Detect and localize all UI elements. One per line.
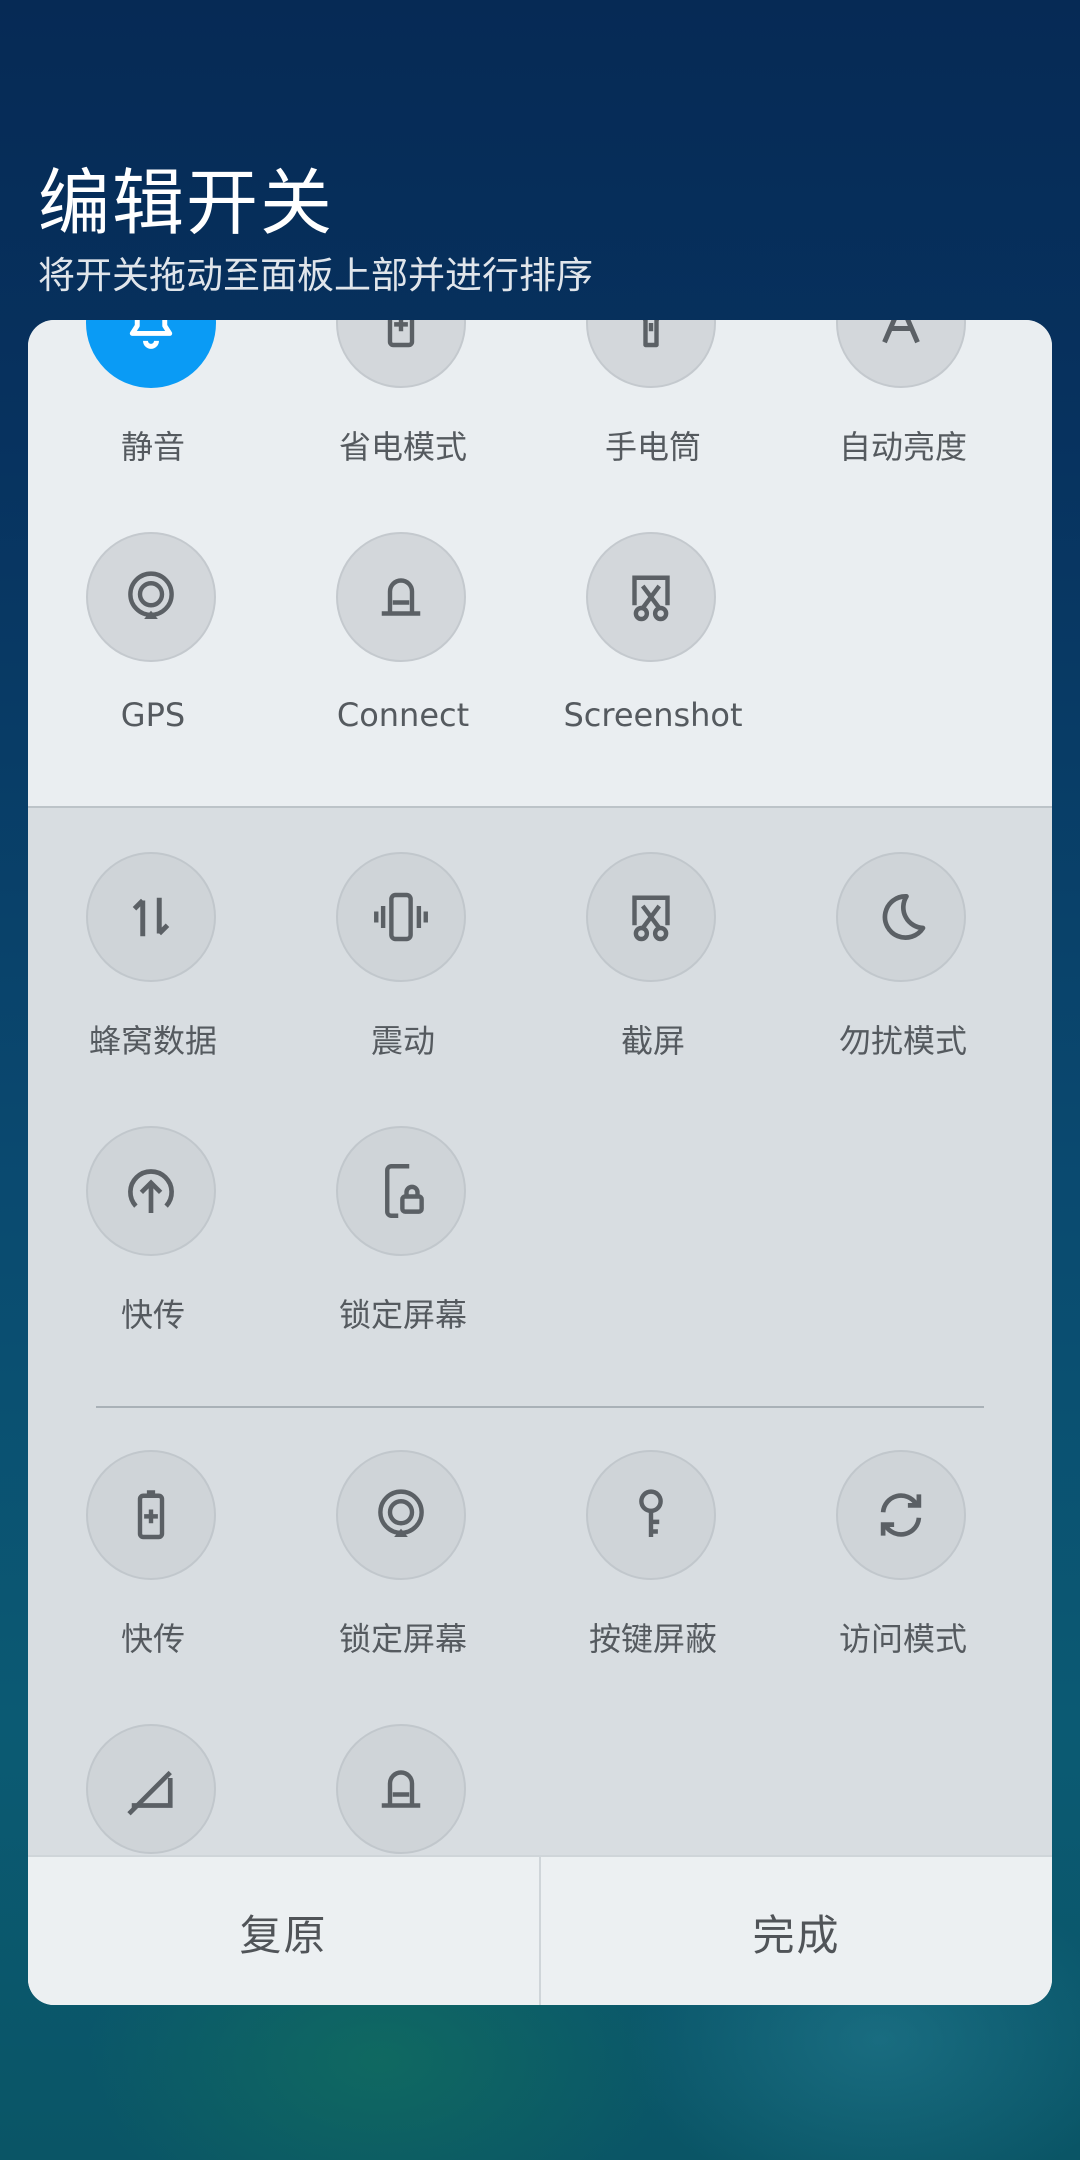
tile-label: 手电筒 [604, 428, 701, 466]
tile-flashlight[interactable]: 手电筒 [528, 320, 778, 488]
tile-label: 自动亮度 [838, 428, 967, 466]
tile-mute[interactable]: 静音 [28, 320, 278, 488]
tile-more-2[interactable]: 锁定屏幕 [278, 1450, 528, 1680]
tile-circle [86, 1450, 216, 1580]
tile-key-block[interactable]: 按键屏蔽 [528, 1450, 778, 1680]
location-icon [128, 571, 174, 619]
tile-circle [86, 532, 216, 662]
tile-circle [86, 852, 216, 982]
tile-auto-brightness[interactable]: 自动亮度 [778, 320, 1028, 488]
tile-circle [86, 1126, 216, 1256]
battery-saver-icon [137, 1490, 165, 1540]
screenshot-icon [632, 575, 670, 622]
tile-label: 快传 [120, 1296, 185, 1334]
flashlight-icon [642, 320, 660, 348]
bell-icon [129, 320, 173, 349]
section-divider [96, 1406, 984, 1408]
mobile-data-icon [132, 897, 170, 937]
tile-circle [336, 1724, 466, 1854]
tile-circle [836, 852, 966, 982]
available-toggles-section: 蜂窝数据 震动 截屏 勿扰模式 快传 锁定屏幕 快传 锁定屏幕 按键屏蔽 访问模… [28, 808, 1052, 2005]
tile-circle [586, 320, 716, 388]
tile-circle [586, 532, 716, 662]
tile-circle [336, 320, 466, 388]
tile-quick-transfer[interactable]: 快传 [28, 1126, 278, 1356]
tile-circle [836, 1450, 966, 1580]
location-icon [378, 1489, 424, 1537]
tile-mobile-data[interactable]: 蜂窝数据 [28, 852, 278, 1082]
tile-label: Connect [336, 696, 470, 734]
connect-icon [381, 1770, 421, 1808]
tile-circle [336, 1450, 466, 1580]
tile-gps[interactable]: GPS [28, 532, 278, 762]
no-signal-icon [127, 1770, 173, 1816]
reset-button[interactable]: 复原 [28, 1857, 539, 2005]
tile-label: 锁定屏幕 [338, 1296, 467, 1334]
sync-icon [880, 1493, 922, 1537]
tile-label: 快传 [120, 1620, 185, 1658]
tile-circle [336, 1126, 466, 1256]
tile-label: 省电模式 [338, 428, 467, 466]
tile-label: 勿扰模式 [838, 1022, 967, 1060]
tile-label: 蜂窝数据 [88, 1022, 217, 1060]
tile-power-saving[interactable]: 省电模式 [278, 320, 528, 488]
lock-screen-icon [385, 1164, 424, 1218]
tile-lock-screen[interactable]: 锁定屏幕 [278, 1126, 528, 1356]
tile-circle [586, 1450, 716, 1580]
tile-label: Screenshot [563, 696, 743, 734]
vibrate-icon [374, 892, 428, 942]
upload-icon [128, 1169, 174, 1213]
active-toggles-section: 静音 省电模式 手电筒 自动亮度 GPS Connect Screenshot [28, 320, 1052, 808]
auto-brightness-icon [882, 320, 920, 344]
moon-icon [882, 894, 926, 940]
page-subtitle: 将开关拖动至面板上部并进行排序 [38, 254, 593, 297]
tile-access-mode[interactable]: 访问模式 [778, 1450, 1028, 1680]
tile-label: 静音 [120, 428, 185, 466]
tile-connect[interactable]: Connect [278, 532, 528, 762]
tile-circle [86, 320, 216, 388]
tile-label: 访问模式 [838, 1620, 967, 1658]
bottom-action-bar: 复原 完成 [28, 1855, 1052, 2005]
screenshot-icon [632, 895, 670, 942]
key-icon [639, 1489, 663, 1537]
tile-vibrate[interactable]: 震动 [278, 852, 528, 1082]
tile-do-not-disturb[interactable]: 勿扰模式 [778, 852, 1028, 1082]
tile-circle [86, 1724, 216, 1854]
tile-circle [586, 852, 716, 982]
tile-label: 锁定屏幕 [338, 1620, 467, 1658]
tile-circle [336, 852, 466, 982]
battery-saver-icon [387, 320, 415, 348]
tile-label: 按键屏蔽 [588, 1620, 717, 1658]
tile-screen-capture[interactable]: 截屏 [528, 852, 778, 1082]
toggle-edit-panel: 静音 省电模式 手电筒 自动亮度 GPS Connect Screenshot … [28, 320, 1052, 2005]
tile-label: 震动 [370, 1022, 435, 1060]
tile-circle [336, 532, 466, 662]
tile-label: GPS [120, 696, 186, 734]
tile-circle [836, 320, 966, 388]
tile-more-1[interactable]: 快传 [28, 1450, 278, 1680]
connect-icon [381, 578, 421, 616]
done-button[interactable]: 完成 [541, 1857, 1052, 2005]
tile-label: 截屏 [620, 1022, 685, 1060]
tile-screenshot[interactable]: Screenshot [528, 532, 778, 762]
page-title: 编辑开关 [38, 161, 335, 245]
